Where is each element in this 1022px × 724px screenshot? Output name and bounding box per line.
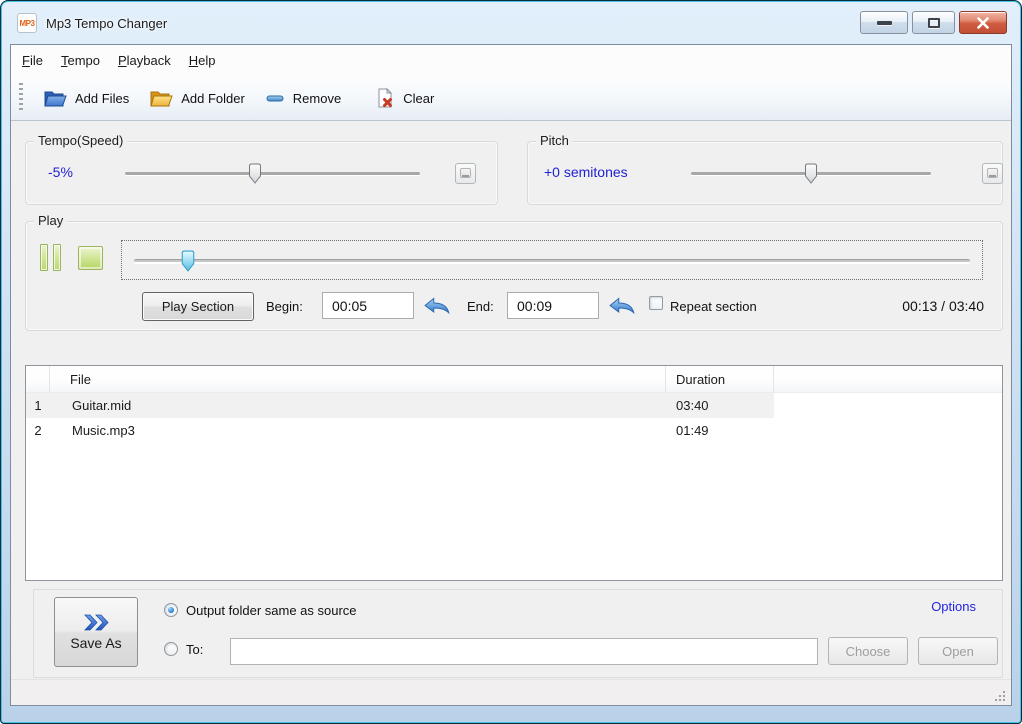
same-as-source-radio[interactable] [164,603,178,617]
pause-icon [53,244,61,271]
window-controls [860,11,1007,34]
menu-file[interactable]: File [13,48,52,73]
repeat-section-checkbox[interactable] [649,296,663,310]
pitch-reset-button[interactable] [982,163,1003,184]
window-frame: MP3 Mp3 Tempo Changer File Tempo Playbac… [1,1,1021,723]
options-link[interactable]: Options [931,599,976,614]
app-window: MP3 Mp3 Tempo Changer File Tempo Playbac… [0,0,1022,724]
column-header-num[interactable] [26,366,50,392]
file-row-1[interactable]: 1 Guitar.mid 03:40 [26,393,774,418]
pitch-slider[interactable] [691,163,931,185]
file-list-header: File Duration [26,366,1002,393]
tempo-reset-dash [462,175,469,177]
pitch-group: Pitch +0 semitones [527,133,1003,205]
toolbar: Add Files Add Folder Remove Clear [11,76,1011,121]
seek-slider-track[interactable] [134,259,970,263]
toolbar-gripper[interactable] [19,83,23,113]
window-title: Mp3 Tempo Changer [46,16,168,31]
stop-button[interactable] [78,246,103,270]
remove-label: Remove [292,90,342,106]
row-number: 2 [34,423,42,438]
close-button[interactable] [959,11,1007,34]
minimize-button[interactable] [860,11,908,34]
set-end-arrow-icon[interactable] [609,297,635,314]
save-as-label: Save As [70,634,122,651]
column-header-filler [774,366,1002,392]
column-header-duration[interactable]: Duration [666,366,774,392]
file-name: Guitar.mid [72,398,132,413]
to-folder-input[interactable] [230,638,818,665]
save-as-button[interactable]: Save As [54,597,138,667]
status-bar [11,679,1011,705]
remove-minus-icon [266,95,284,102]
title-bar[interactable]: MP3 Mp3 Tempo Changer [2,2,1020,44]
seek-slider-focus [121,240,983,280]
open-button[interactable]: Open [918,637,998,665]
double-chevron-right-icon [84,614,109,630]
end-label: End: [467,299,494,314]
tempo-group-legend: Tempo(Speed) [34,133,128,148]
menu-help[interactable]: Help [180,48,225,73]
remove-button[interactable]: Remove [255,80,351,116]
clear-page-icon [378,88,393,108]
file-row-2[interactable]: 2 Music.mp3 01:49 [26,418,774,443]
begin-label: Begin: [266,299,303,314]
folder-open-blue-icon [44,91,67,106]
pitch-group-legend: Pitch [536,133,573,148]
maximize-icon [927,17,940,28]
minimize-icon [876,20,892,25]
tempo-slider[interactable] [125,163,420,185]
close-icon [977,16,989,29]
pitch-slider-thumb[interactable] [805,163,818,184]
play-group-legend: Play [34,213,68,228]
menu-bar: File Tempo Playback Help [11,45,1011,76]
add-files-label: Add Files [75,90,130,106]
to-label[interactable]: To: [186,642,203,657]
tempo-slider-track[interactable] [125,172,420,175]
tempo-slider-thumb[interactable] [248,163,261,184]
same-as-source-label[interactable]: Output folder same as source [186,603,357,618]
folder-open-yellow-icon [150,91,173,106]
clear-label: Clear [403,90,435,106]
app-icon: MP3 [17,13,37,33]
tempo-reset-button[interactable] [455,163,476,184]
seek-slider-thumb[interactable] [181,250,195,272]
file-list: File Duration 1 Guitar.mid 03:40 2 Music… [25,365,1003,581]
pitch-reset-dash [989,175,996,177]
menu-playback[interactable]: Playback [109,48,180,73]
pause-icon [40,244,48,271]
time-display: 00:13 / 03:40 [902,298,984,314]
add-folder-button[interactable]: Add Folder [139,80,255,116]
pause-button[interactable] [40,244,61,271]
file-name: Music.mp3 [72,423,135,438]
file-duration: 03:40 [676,398,709,413]
client-area: File Tempo Playback Help Add Files Add F… [10,44,1012,706]
choose-button[interactable]: Choose [828,637,908,665]
add-folder-label: Add Folder [181,90,245,106]
add-files-button[interactable]: Add Files [33,80,139,116]
row-number: 1 [34,398,42,413]
end-input[interactable] [507,292,599,319]
repeat-section-label[interactable]: Repeat section [670,299,757,314]
begin-input[interactable] [322,292,414,319]
resize-grip[interactable] [995,689,1007,701]
set-begin-arrow-icon[interactable] [424,297,450,314]
output-panel: Save As Output folder same as source To:… [33,589,1003,678]
play-section-button[interactable]: Play Section [142,292,254,321]
seek-slider[interactable] [134,250,970,272]
play-group: Play Play Section Begin: End: [25,213,1003,331]
to-folder-radio[interactable] [164,642,178,656]
tempo-group: Tempo(Speed) -5% [25,133,498,205]
menu-tempo[interactable]: Tempo [52,48,109,73]
maximize-button[interactable] [912,11,955,34]
clear-button[interactable]: Clear [365,80,444,116]
file-duration: 01:49 [676,423,709,438]
column-header-file[interactable]: File [50,366,666,392]
pitch-value: +0 semitones [544,164,628,180]
tempo-value: -5% [48,164,73,180]
